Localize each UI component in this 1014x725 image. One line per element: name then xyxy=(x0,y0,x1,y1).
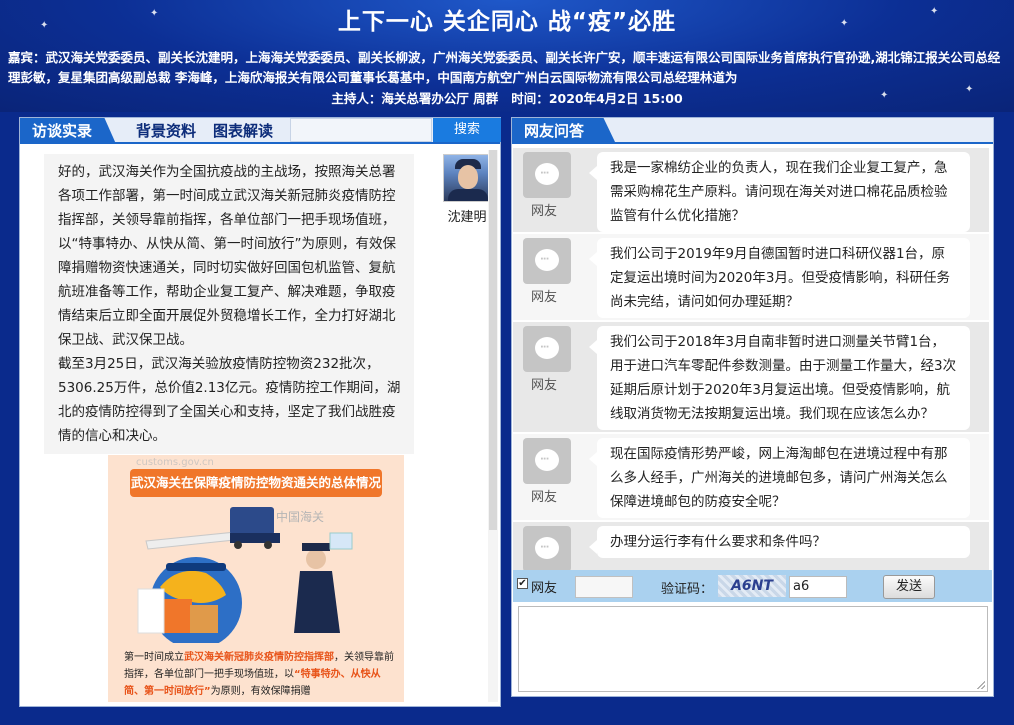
interview-time: 2020年4月2日 15:00 xyxy=(548,91,683,106)
infographic-illustration: 中国海关 xyxy=(137,507,353,643)
chat-bubble-icon: ··· xyxy=(523,326,571,372)
list-item: ··· 网友 我是一家棉纺企业的负责人，现在我们企业复工复产，急需采购棉花生产原… xyxy=(513,148,989,232)
asker-label: 网友 xyxy=(531,290,558,305)
captcha-label: 验证码： xyxy=(661,582,714,597)
time-label: 时间： xyxy=(511,91,549,106)
host-line: 主持人：海关总署办公厅 周群 时间：2020年4月2日 15:00 xyxy=(0,88,1014,107)
interview-content[interactable]: 好的，武汉海关作为全国抗疫战的主战场，按照海关总署各项工作部署，第一时间成立武汉… xyxy=(28,150,492,702)
guest-list: 嘉宾：武汉海关党委委员、副关长沈建明，上海海关党委委员、副关长柳波，广州海关党委… xyxy=(8,48,1006,88)
question-form-bar: ✔ 网友 验证码： A6NT a6 发送 xyxy=(513,570,992,602)
guest-names: 武汉海关党委委员、副关长沈建明，上海海关党委委员、副关长柳波，广州海关党委委员、… xyxy=(8,50,1001,85)
answer-block: 好的，武汉海关作为全国抗疫战的主战场，按照海关总署各项工作部署，第一时间成立武汉… xyxy=(44,154,414,454)
question-text: 现在国际疫情形势严峻，网上海淘邮包在进境过程中有那么多人经手，广州海关的进境邮包… xyxy=(589,438,970,518)
asker-label: 网友 xyxy=(531,490,558,505)
chat-bubble-icon: ··· xyxy=(523,152,571,198)
send-button[interactable]: 发送 xyxy=(883,575,935,599)
question-list[interactable]: ··· 网友 我是一家棉纺企业的负责人，现在我们企业复工复产，急需采购棉花生产原… xyxy=(513,148,991,684)
resize-handle-icon[interactable] xyxy=(977,681,985,689)
question-text: 办理分运行李有什么要求和条件吗？ xyxy=(589,526,970,558)
interview-tabbar: 访谈实录 背景资料 图表解读 搜索 xyxy=(20,118,501,144)
infographic-text: 第一时间成立武汉海关新冠肺炎疫情防控指挥部，关领导靠前指挥，各单位部门一把手现场… xyxy=(124,652,394,697)
tab-interview-record[interactable]: 访谈实录 xyxy=(20,118,116,144)
list-item: ··· 网友 我们公司于2019年9月自德国暂时进口科研仪器1台，原定复运出境时… xyxy=(513,234,989,320)
anonymous-checkbox[interactable]: ✔ xyxy=(517,578,528,589)
avatar xyxy=(443,154,491,202)
question-textarea[interactable] xyxy=(518,606,988,692)
asker-label: 网友 xyxy=(531,204,558,219)
chat-bubble-icon: ··· xyxy=(523,438,571,484)
captcha-input[interactable]: a6 xyxy=(789,576,847,598)
chat-bubble-icon: ··· xyxy=(523,526,571,572)
list-item: ··· 办理分运行李有什么要求和条件吗？ xyxy=(513,522,989,572)
answer-paragraph: 好的，武汉海关作为全国抗疫战的主战场，按照海关总署各项工作部署，第一时间成立武汉… xyxy=(58,164,396,348)
captcha-image[interactable]: A6NT xyxy=(718,575,786,597)
speaker-card: 沈建明 xyxy=(442,154,492,225)
tab-chart-interpretation[interactable]: 图表解读 xyxy=(213,118,273,144)
qa-tabbar: 网友问答 xyxy=(512,118,993,144)
question-text: 我们公司于2018年3月自南非暂时进口测量关节臂1台，用于进口汽车零配件参数测量… xyxy=(589,326,970,430)
infographic-title: 武汉海关在保障疫情防控物资通关的总体情况 xyxy=(130,469,382,497)
asker-label: 网友 xyxy=(531,378,558,393)
watermark: customs.gov.cn xyxy=(136,457,214,468)
checkbox-label: 网友 xyxy=(531,581,558,596)
nickname-input[interactable] xyxy=(575,576,633,598)
header-banner: ✦ ✦ ✦ ✦ ✦ ✦ 上下一心 关企同心 战“疫”必胜 嘉宾：武汉海关党委委员… xyxy=(0,0,1014,112)
scrollbar-thumb[interactable] xyxy=(489,150,497,530)
infographic-image: customs.gov.cn 武汉海关在保障疫情防控物资通关的总体情况 中国海关 xyxy=(108,455,404,702)
list-item: ··· 网友 现在国际疫情形势严峻，网上海淘邮包在进境过程中有那么多人经手，广州… xyxy=(513,434,989,520)
page-title: 上下一心 关企同心 战“疫”必胜 xyxy=(337,9,677,35)
list-item: ··· 网友 我们公司于2018年3月自南非暂时进口测量关节臂1台，用于进口汽车… xyxy=(513,322,989,432)
chat-bubble-icon: ··· xyxy=(523,238,571,284)
search-input[interactable] xyxy=(290,118,432,142)
scrollbar[interactable] xyxy=(488,150,498,702)
qa-panel: 网友问答 ··· 网友 我是一家棉纺企业的负责人，现在我们企业复工复产，急需采购… xyxy=(511,117,994,697)
tab-netizen-qa[interactable]: 网友问答 xyxy=(512,118,616,144)
question-text: 我是一家棉纺企业的负责人，现在我们企业复工复产，急需采购棉花生产原料。请问现在海… xyxy=(589,152,970,232)
host-name: 海关总署办公厅 周群 xyxy=(381,91,499,106)
host-label: 主持人： xyxy=(331,91,382,106)
question-text: 我们公司于2019年9月自德国暂时进口科研仪器1台，原定复运出境时间为2020年… xyxy=(589,238,970,318)
svg-text:中国海关: 中国海关 xyxy=(276,509,324,524)
interview-panel: 访谈实录 背景资料 图表解读 搜索 好的，武汉海关作为全国抗疫战的主战场，按照海… xyxy=(19,117,501,707)
tab-background[interactable]: 背景资料 xyxy=(136,118,196,144)
speaker-name: 沈建明 xyxy=(447,210,487,225)
guest-label: 嘉宾： xyxy=(8,50,46,65)
answer-paragraph: 截至3月25日，武汉海关验放疫情防控物资232批次，5306.25万件，总价值2… xyxy=(58,356,401,444)
search-button[interactable]: 搜索 xyxy=(433,118,501,142)
